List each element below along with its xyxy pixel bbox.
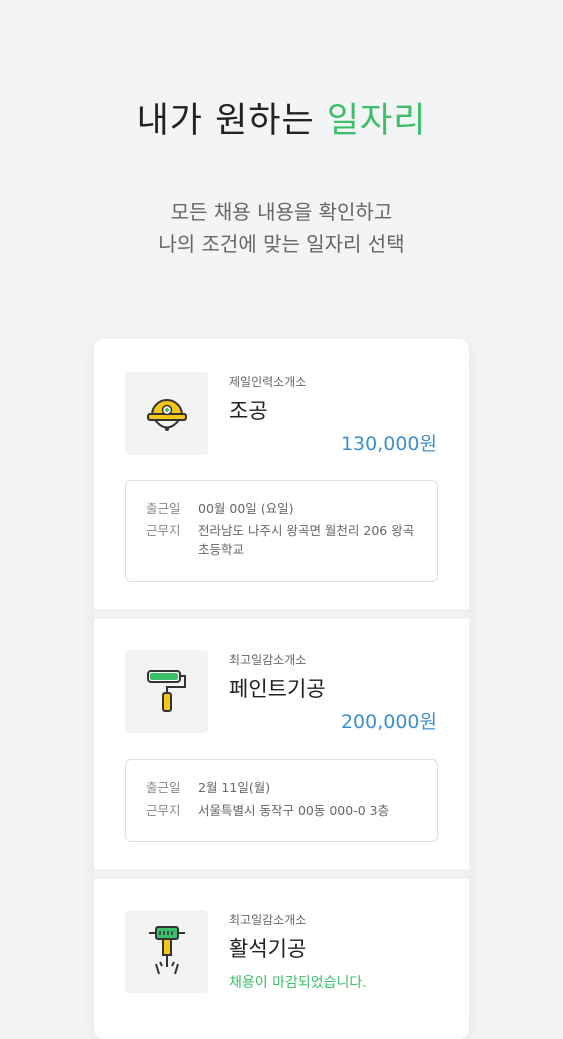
company-name: 제일인력소개소 bbox=[229, 375, 307, 389]
pay-amount: 130,000원 bbox=[340, 433, 437, 455]
place-row: 근무지 서울특별시 동작구 00동 000-0 3층 bbox=[146, 801, 423, 820]
place-value: 서울특별시 동작구 00동 000-0 3층 bbox=[198, 803, 390, 818]
place-label: 근무지 bbox=[146, 803, 181, 818]
date-label: 출근일 bbox=[146, 501, 181, 516]
place-label: 근무지 bbox=[146, 523, 181, 538]
paint-roller-icon bbox=[144, 665, 190, 719]
hard-hat-icon bbox=[144, 389, 190, 439]
page-title: 내가 원하는 일자리 bbox=[0, 92, 563, 143]
jackhammer-icon bbox=[144, 922, 190, 982]
place-row: 근무지 전라남도 나주시 왕곡면 월천리 206 왕곡 초등학교 bbox=[146, 521, 423, 559]
job-thumbnail bbox=[125, 910, 208, 993]
job-thumbnail bbox=[125, 372, 208, 455]
date-row: 출근일 00월 00일 (요일) bbox=[146, 499, 423, 518]
job-card[interactable]: 최고일감소개소 활석기공 채용이 마감되었습니다. bbox=[94, 879, 469, 1039]
date-row: 출근일 2월 11일(월) bbox=[146, 778, 423, 797]
job-title: 활석기공 bbox=[229, 937, 307, 961]
job-card[interactable]: 제일인력소개소 조공 130,000원 출근일 00월 00일 (요일) 근무지… bbox=[94, 339, 469, 609]
title-accent: 일자리 bbox=[326, 101, 427, 141]
job-title: 페인트기공 bbox=[229, 677, 326, 701]
place-value: 전라남도 나주시 왕곡면 월천리 206 왕곡 초등학교 bbox=[198, 523, 415, 557]
title-main: 내가 원하는 bbox=[136, 101, 327, 141]
page-subtitle: 모든 채용 내용을 확인하고 나의 조건에 맞는 일자리 선택 bbox=[0, 196, 563, 260]
company-name: 최고일감소개소 bbox=[229, 913, 307, 927]
subtitle-line-1: 모든 채용 내용을 확인하고 bbox=[170, 200, 393, 224]
job-info-box: 출근일 00월 00일 (요일) 근무지 전라남도 나주시 왕곡면 월천리 20… bbox=[125, 480, 438, 582]
status-closed: 채용이 마감되었습니다. bbox=[229, 975, 367, 991]
divider bbox=[94, 609, 469, 619]
date-value: 2월 11일(월) bbox=[198, 780, 271, 795]
divider bbox=[94, 869, 469, 879]
subtitle-line-2: 나의 조건에 맞는 일자리 선택 bbox=[158, 232, 405, 256]
date-label: 출근일 bbox=[146, 780, 181, 795]
date-value: 00월 00일 (요일) bbox=[198, 501, 294, 516]
company-name: 최고일감소개소 bbox=[229, 653, 307, 667]
pay-amount: 200,000원 bbox=[340, 711, 437, 733]
job-card[interactable]: 최고일감소개소 페인트기공 200,000원 출근일 2월 11일(월) 근무지… bbox=[94, 619, 469, 879]
job-info-box: 출근일 2월 11일(월) 근무지 서울특별시 동작구 00동 000-0 3층 bbox=[125, 759, 438, 842]
job-list: 제일인력소개소 조공 130,000원 출근일 00월 00일 (요일) 근무지… bbox=[94, 339, 469, 1039]
job-thumbnail bbox=[125, 650, 208, 733]
job-title: 조공 bbox=[229, 399, 268, 423]
